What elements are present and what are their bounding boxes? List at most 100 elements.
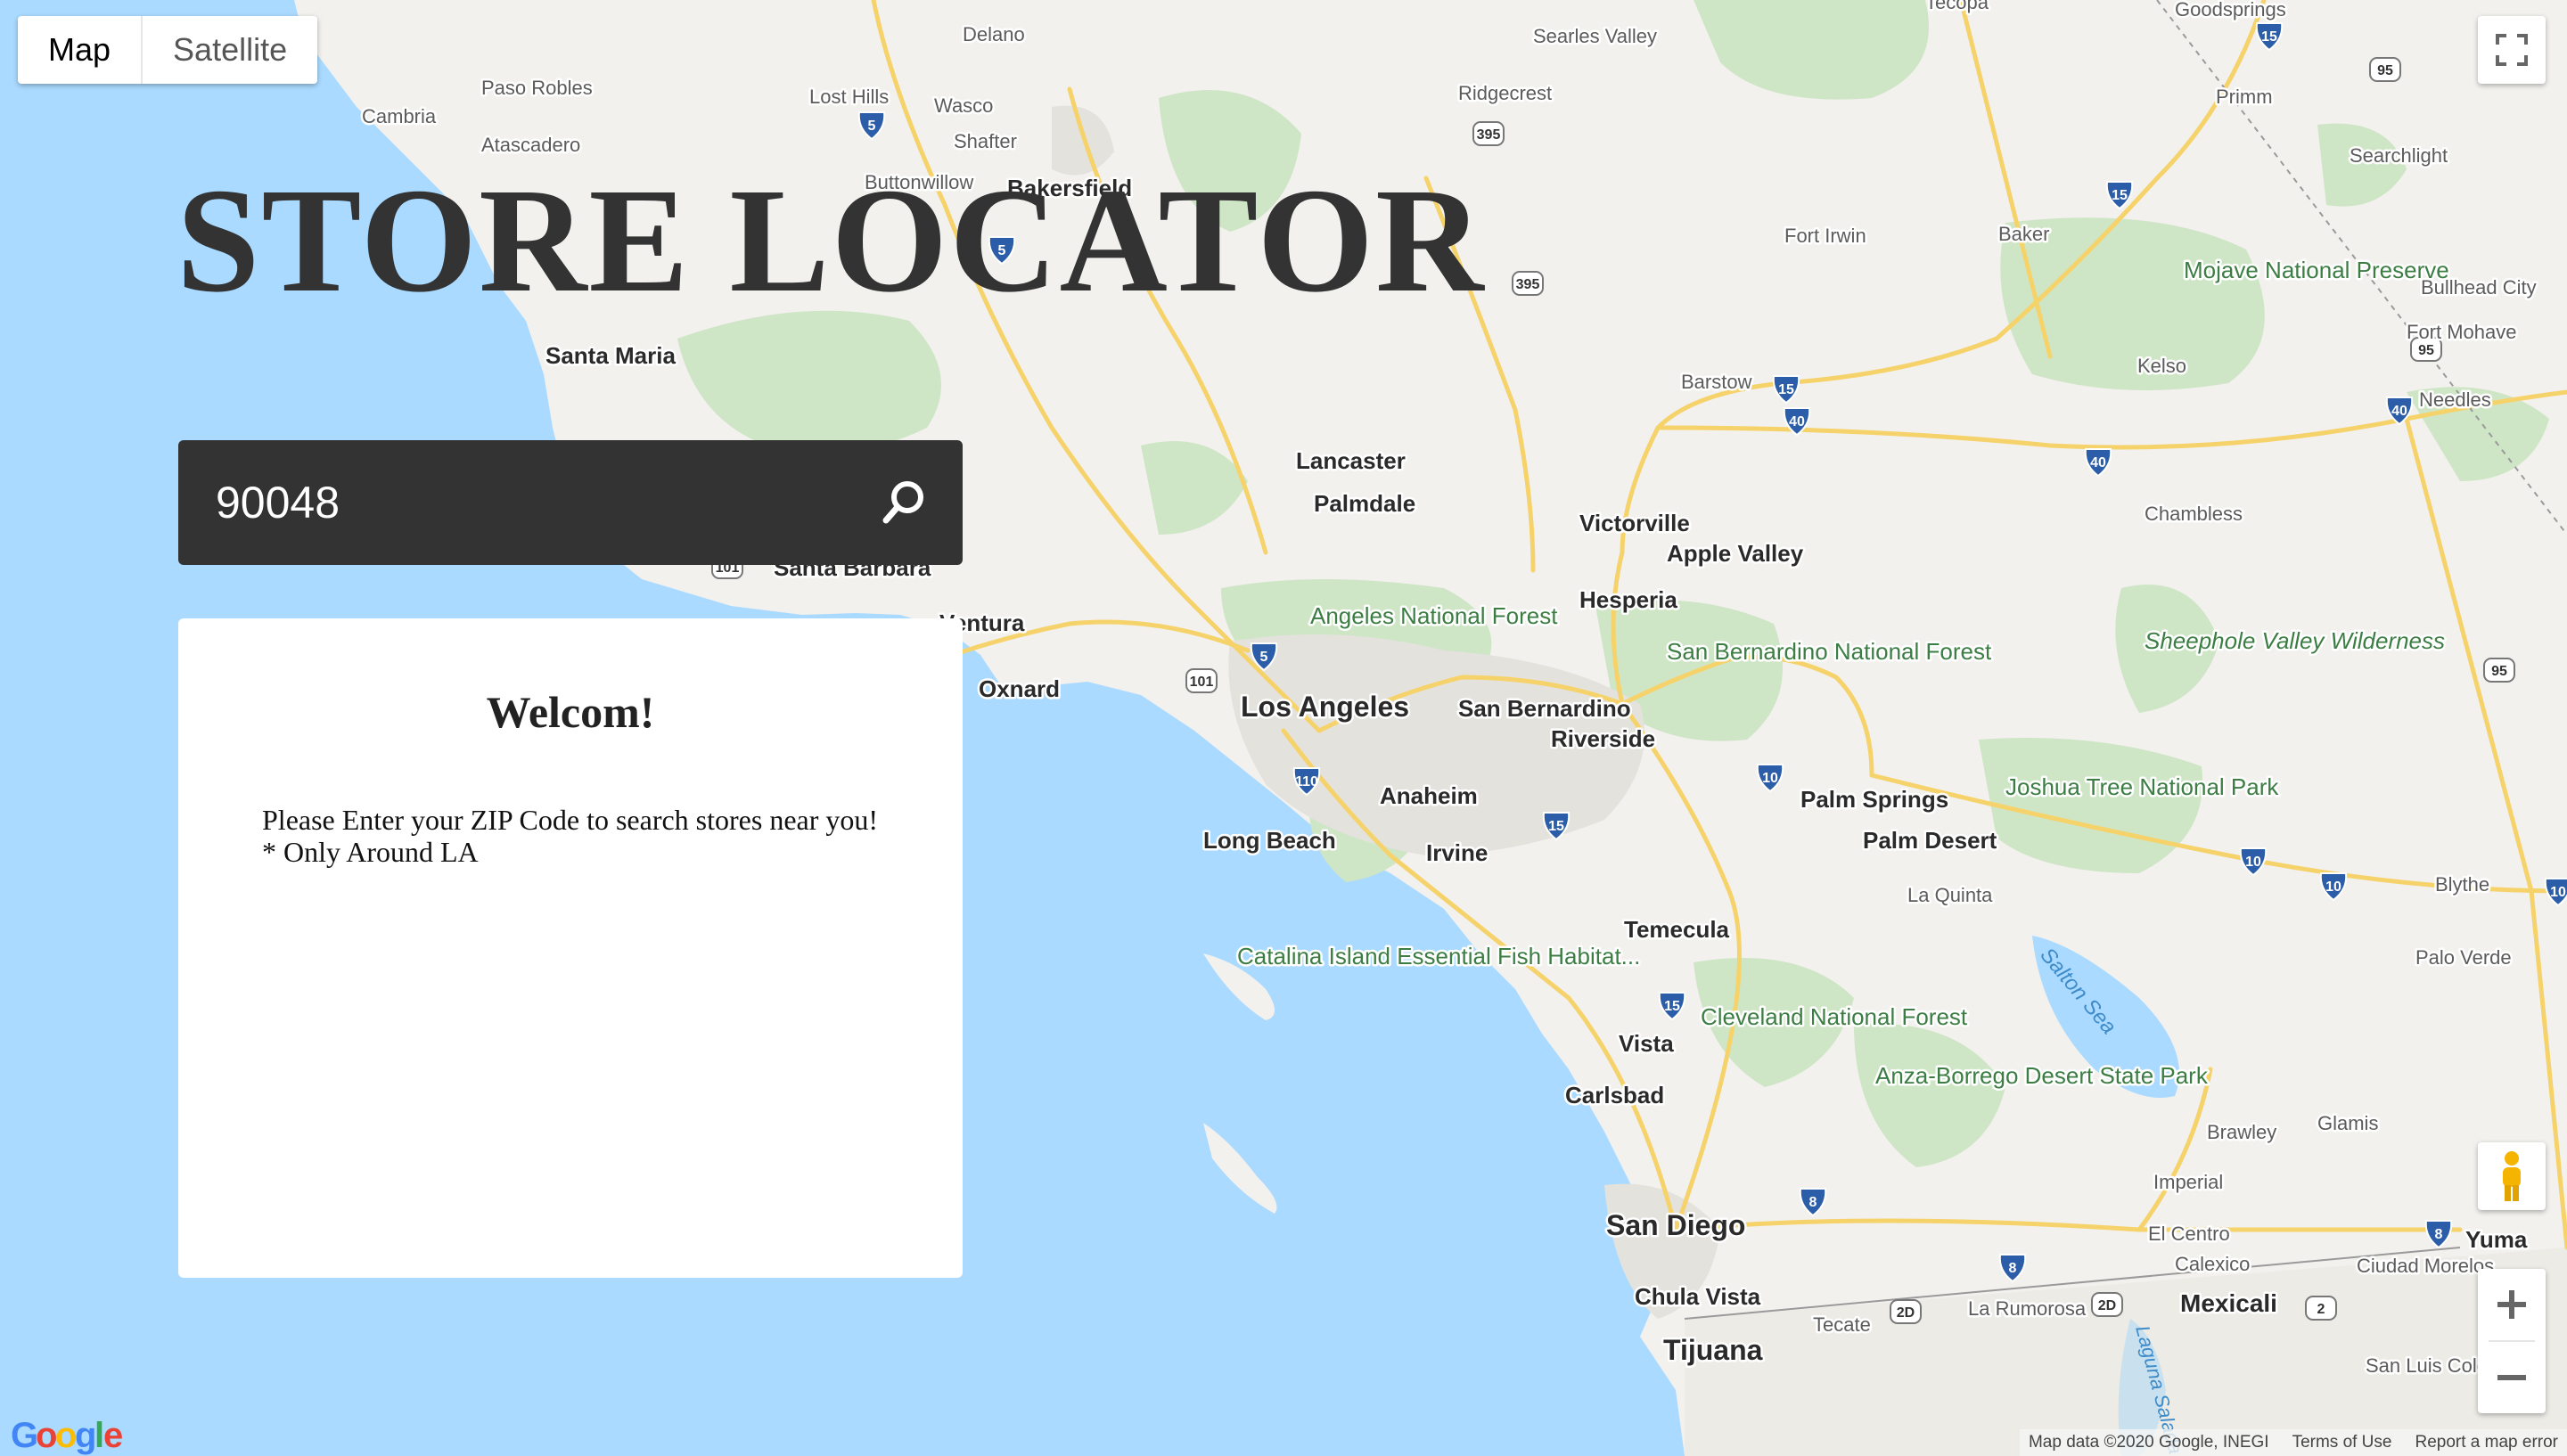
instructions-line-2: * Only Around LA [262,836,479,868]
zoom-in-button[interactable] [2478,1269,2546,1340]
map-label-delano: Delano [963,23,1025,45]
map-label-sheephole: Sheephole Valley Wilderness [2145,627,2445,654]
highway-shield-us101-ventura: 101 [1185,668,1218,693]
highway-shield-number: 15 [2112,188,2128,203]
highway-shield-number: 40 [2391,404,2407,419]
map-label-mojave-preserve: Mojave National Preserve [2184,257,2449,283]
map-label-primm: Primm [2216,86,2273,108]
map-label-san-diego: San Diego [1606,1209,1745,1241]
terms-of-use-link[interactable]: Terms of Use [2292,1433,2392,1452]
map-label-vista: Vista [1619,1030,1674,1057]
highway-shield-us95-north: 95 [2369,57,2401,82]
street-view-pegman-button[interactable] [2478,1142,2546,1210]
map-label-imperial: Imperial [2153,1171,2223,1193]
map-label-blythe: Blythe [2435,873,2489,896]
map-label-needles: Needles [2419,389,2491,411]
map-label-long-beach: Long Beach [1203,827,1336,854]
welcome-heading: Welcom! [486,687,655,737]
highway-shield-number: 5 [868,119,876,134]
highway-shield-number: 8 [2435,1227,2443,1242]
map-label-oxnard: Oxnard [979,675,1060,702]
highway-shield-number: 10 [2550,885,2566,900]
report-map-error-link[interactable]: Report a map error [2415,1433,2558,1452]
highway-shield-number: 10 [1762,771,1778,786]
svg-text:G: G [11,1416,38,1455]
highway-shield-number: 10 [2325,879,2341,895]
search-button[interactable] [872,470,936,535]
map-label-mexicali: Mexicali [2180,1289,2277,1317]
map-label-santa-maria: Santa Maria [545,342,676,369]
map-label-tecopa: Tecopa [1925,0,1989,13]
map-label-lost-hills: Lost Hills [809,86,889,108]
zip-search-input[interactable] [216,465,840,540]
svg-text:e: e [103,1416,123,1455]
map-label-paso-robles: Paso Robles [481,77,593,99]
map-label-fort-irwin: Fort Irwin [1784,225,1866,247]
fullscreen-icon [2496,34,2528,66]
highway-shield-sr2d-b: 2D [2091,1292,2123,1317]
map-label-goodsprings: Goodsprings [2175,0,2286,20]
map-label-hesperia: Hesperia [1579,586,1677,613]
map-label-baker: Baker [1998,223,2049,245]
map-type-satellite-button[interactable]: Satellite [143,16,317,84]
highway-shield-number: 40 [2090,455,2106,470]
highway-shield-number: 15 [1664,999,1680,1014]
map-label-victorville: Victorville [1579,510,1690,536]
map-label-cambria: Cambria [362,105,437,127]
map-label-anza-borrego: Anza-Borrego Desert State Park [1875,1062,2209,1089]
highway-shield-number: 395 [1516,277,1540,292]
map-label-searchlight: Searchlight [2350,144,2448,167]
google-logo: G o o g l e [11,1416,123,1455]
map-label-anaheim: Anaheim [1380,782,1478,809]
map-label-palo-verde: Palo Verde [2415,946,2512,969]
page-title: STORE LOCATOR [176,158,1486,323]
map-label-angeles-nf: Angeles National Forest [1310,602,1558,629]
map-label-san-bernardino-nf: San Bernardino National Forest [1667,638,1992,665]
highway-shield-number: 95 [2377,63,2393,78]
map-label-glamis: Glamis [2317,1112,2378,1134]
map-label-el-centro: El Centro [2148,1223,2230,1245]
highway-shield-number: 10 [2245,855,2261,870]
map-label-calexico: Calexico [2175,1253,2250,1275]
plus-icon [2497,1290,2526,1319]
map-label-la-quinta: La Quinta [1907,884,1993,906]
map-label-palm-springs: Palm Springs [1800,786,1948,813]
highway-shield-number: 110 [1295,774,1318,789]
search-icon [882,481,923,524]
instructions-text: Please Enter your ZIP Code to search sto… [262,804,878,868]
highway-shield-us395-north: 395 [1472,121,1505,146]
highway-shield-number: 8 [2009,1261,2017,1276]
map-label-wasco: Wasco [934,94,993,117]
map-type-map-button[interactable]: Map [18,16,141,84]
highway-shield-sr2d: 2D [1890,1299,1922,1324]
map-label-ciudad-morelos: Ciudad Morelos [2357,1255,2494,1277]
map-label-palm-desert: Palm Desert [1863,827,1997,854]
highway-shield-number: 40 [1789,414,1805,429]
highway-shield-number: 15 [1778,382,1794,397]
highway-shield-sr2: 2 [2305,1296,2337,1321]
map-label-cleveland-nf: Cleveland National Forest [1701,1003,1968,1030]
map-label-atascadero: Atascadero [481,134,580,156]
highway-shield-number: 395 [1477,127,1501,143]
map-label-tijuana: Tijuana [1663,1334,1763,1366]
map-label-la-rumorosa: La Rumorosa [1968,1297,2087,1320]
minus-icon [2497,1375,2526,1380]
svg-text:o: o [55,1416,77,1455]
map-label-searles-valley: Searles Valley [1533,25,1657,47]
map-label-san-bernardino: San Bernardino [1458,695,1631,722]
map-label-catalina: Catalina Island Essential Fish Habitat..… [1237,943,1640,969]
map-label-brawley: Brawley [2207,1121,2276,1143]
pegman-icon [2503,1151,2521,1201]
zip-search-bar [178,440,963,565]
highway-shield-number: 2D [2098,1298,2116,1313]
highway-shield-number: 101 [1190,675,1214,690]
map-label-yuma: Yuma [2465,1226,2528,1253]
map-label-temecula: Temecula [1624,916,1730,943]
fullscreen-button[interactable] [2478,16,2546,84]
map-attribution: Map data ©2020 Google, INEGI Terms of Us… [2019,1429,2567,1456]
map-label-barstow: Barstow [1681,371,1752,393]
instructions-line-1: Please Enter your ZIP Code to search sto… [262,804,879,836]
map-type-control: Map Satellite [18,16,318,84]
map-label-tecate: Tecate [1813,1313,1871,1336]
zoom-out-button[interactable] [2478,1342,2546,1413]
